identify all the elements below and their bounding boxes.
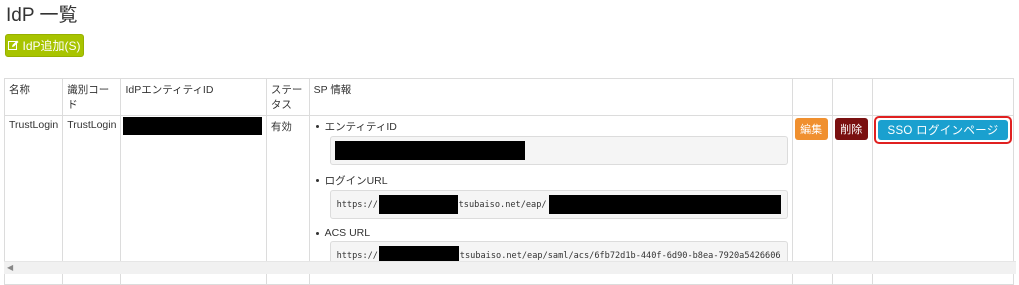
cell-sp-info: エンティティID ログインURL https:// tsubaiso.net/e… xyxy=(308,115,793,285)
idp-name: TrustLogin xyxy=(9,119,59,131)
page-title: IdP 一覧 xyxy=(6,5,78,26)
acs-url-path: tsubaiso.net/eap/saml/acs/6fb72d1b-440f-… xyxy=(459,250,781,261)
cell-status: 有効 xyxy=(265,115,310,285)
add-idp-button[interactable]: IdP追加(S) xyxy=(5,34,84,57)
idp-table: 名称 識別コード IdPエンティティID ステータス SP 情報 TrustLo… xyxy=(3,78,1014,285)
col-header-delete xyxy=(831,78,874,116)
delete-button[interactable]: 削除 xyxy=(834,118,868,140)
sp-login-url-field[interactable]: https:// tsubaiso.net/eap/ xyxy=(329,190,788,219)
sp-acs-label: ACS URL xyxy=(324,227,371,239)
cell-name: TrustLogin xyxy=(3,115,64,285)
col-header-sp-info: SP 情報 xyxy=(308,78,793,116)
acs-url-prefix: https:// xyxy=(336,250,378,261)
edit-icon xyxy=(8,40,19,51)
col-header-name: 名称 xyxy=(3,78,64,116)
cell-edit: 編集 xyxy=(791,115,833,285)
cell-delete: 削除 xyxy=(831,115,874,285)
col-header-edit xyxy=(791,78,833,116)
bullet-icon xyxy=(315,125,319,128)
horizontal-scrollbar[interactable]: ◀ xyxy=(4,261,1016,274)
redacted-sp-entity xyxy=(334,141,525,160)
col-header-code: 識別コード xyxy=(62,78,122,116)
table-row: TrustLogin TrustLogin 有効 エンティティID ログインUR… xyxy=(3,115,1014,285)
redacted-login-host xyxy=(378,195,458,214)
sp-entity-item: エンティティID xyxy=(315,119,788,165)
col-header-entity-id: IdPエンティティID xyxy=(120,78,267,116)
sso-highlight: SSO ログインページ xyxy=(874,116,1012,144)
sp-entity-field[interactable] xyxy=(329,136,788,165)
sp-login-label: ログインURL xyxy=(324,175,388,187)
bullet-icon xyxy=(315,231,319,235)
edit-button[interactable]: 編集 xyxy=(794,118,828,140)
cell-sso: SSO ログインページ xyxy=(872,115,1014,285)
bullet-icon xyxy=(315,179,319,182)
cell-entity-id xyxy=(120,115,267,285)
col-header-status: ステータス xyxy=(265,78,310,116)
scroll-left-arrow-icon[interactable]: ◀ xyxy=(7,264,13,272)
idp-code: TrustLogin xyxy=(67,119,117,131)
sp-login-item: ログインURL https:// tsubaiso.net/eap/ xyxy=(315,173,788,219)
status-text: 有効 xyxy=(270,121,292,133)
col-header-sso xyxy=(872,78,1014,116)
login-url-prefix: https:// xyxy=(336,199,378,210)
add-idp-label: IdP追加(S) xyxy=(22,39,81,53)
table-header-row: 名称 識別コード IdPエンティティID ステータス SP 情報 xyxy=(3,78,1014,116)
redacted-login-path xyxy=(548,195,781,214)
sp-info-list: エンティティID ログインURL https:// tsubaiso.net/e… xyxy=(314,119,788,270)
login-url-path: tsubaiso.net/eap/ xyxy=(458,199,547,210)
sso-login-page-button[interactable]: SSO ログインページ xyxy=(878,120,1008,140)
sp-entity-label: エンティティID xyxy=(324,121,397,133)
redacted-entity-id xyxy=(123,117,263,135)
cell-code: TrustLogin xyxy=(62,115,122,285)
